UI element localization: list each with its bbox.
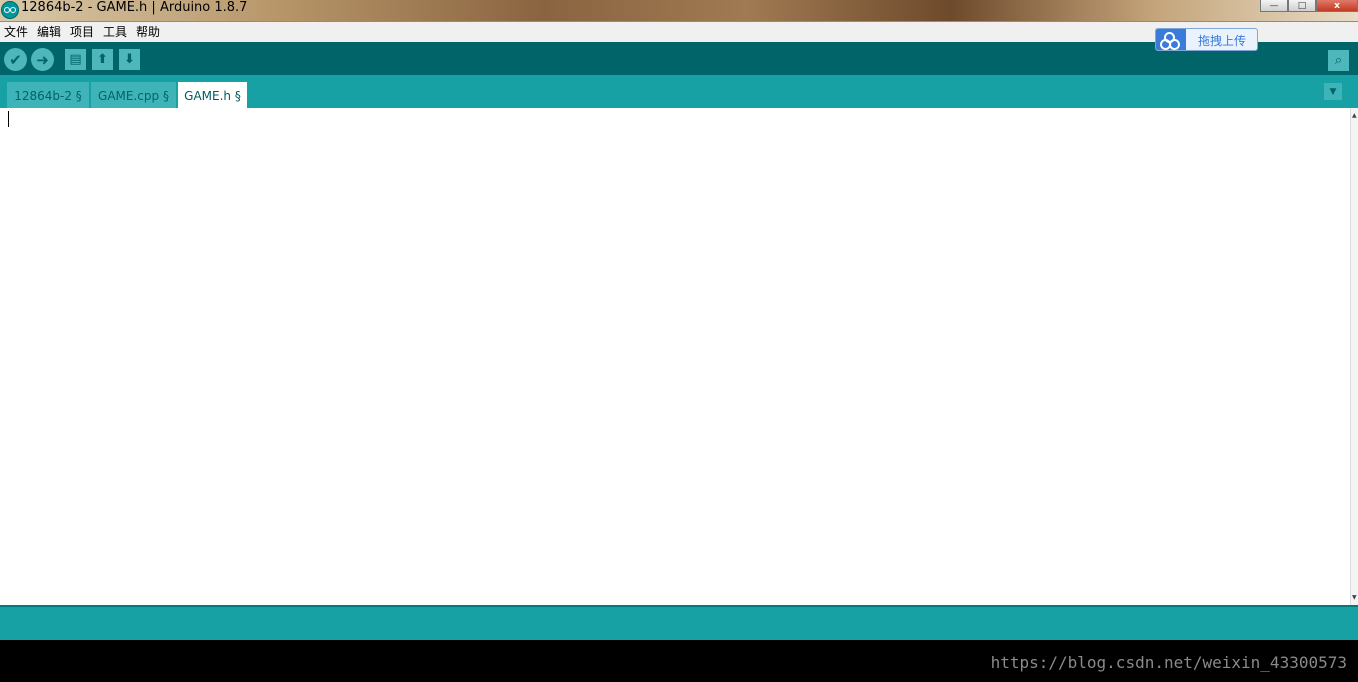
save-sketch-button[interactable]: ⬇ (119, 49, 140, 70)
title-bar: 12864b-2 - GAME.h | Arduino 1.8.7 — □ x (0, 0, 1358, 22)
upload-button[interactable]: ➜ (31, 48, 54, 71)
minimize-button[interactable]: — (1260, 0, 1288, 12)
arduino-logo-icon (1, 1, 19, 19)
watermark-text: https://blog.csdn.net/weixin_43300573 (990, 653, 1347, 672)
menu-sketch[interactable]: 项目 (70, 24, 94, 40)
scroll-down-icon[interactable]: ▼ (1352, 594, 1357, 601)
drag-upload-label: 拖拽上传 (1198, 34, 1247, 48)
scroll-up-icon[interactable]: ▲ (1352, 112, 1357, 119)
vertical-scrollbar[interactable]: ▲ ▼ (1350, 108, 1358, 605)
menu-file[interactable]: 文件 (4, 24, 28, 40)
close-button[interactable]: x (1316, 0, 1358, 12)
tab-game-h[interactable]: GAME.h § (178, 82, 247, 108)
magnifier-icon: ⌕ (1334, 53, 1343, 68)
arrow-right-icon: ➜ (36, 50, 49, 69)
verify-button[interactable]: ✔ (4, 48, 27, 71)
new-sketch-button[interactable]: ▤ (65, 49, 86, 70)
text-caret (8, 111, 9, 127)
window-controls: — □ x (1260, 0, 1358, 12)
triangle-down-icon: ▼ (1329, 86, 1337, 97)
document-icon: ▤ (69, 52, 82, 67)
status-bar (0, 607, 1358, 640)
tab-menu-button[interactable]: ▼ (1324, 83, 1342, 100)
arrow-up-icon: ⬆ (97, 52, 108, 67)
console-output: https://blog.csdn.net/weixin_43300573 (0, 640, 1358, 682)
window-title: 12864b-2 - GAME.h | Arduino 1.8.7 (21, 0, 248, 15)
drag-upload-widget[interactable]: 拖拽上传 (1155, 28, 1258, 51)
check-icon: ✔ (9, 50, 22, 69)
maximize-button[interactable]: □ (1288, 0, 1316, 12)
menu-edit[interactable]: 编辑 (37, 24, 61, 40)
menu-tools[interactable]: 工具 (103, 24, 127, 40)
cloud-logo-icon (1156, 29, 1186, 50)
code-editor[interactable] (0, 108, 1350, 605)
menu-help[interactable]: 帮助 (136, 24, 160, 40)
tab-12864b-2[interactable]: 12864b-2 § (7, 82, 89, 108)
tab-game-cpp[interactable]: GAME.cpp § (91, 82, 176, 108)
arrow-down-icon: ⬇ (124, 52, 135, 67)
tab-bar: 12864b-2 § GAME.cpp § GAME.h § ▼ (0, 75, 1358, 108)
open-sketch-button[interactable]: ⬆ (92, 49, 113, 70)
serial-monitor-button[interactable]: ⌕ (1328, 50, 1349, 71)
